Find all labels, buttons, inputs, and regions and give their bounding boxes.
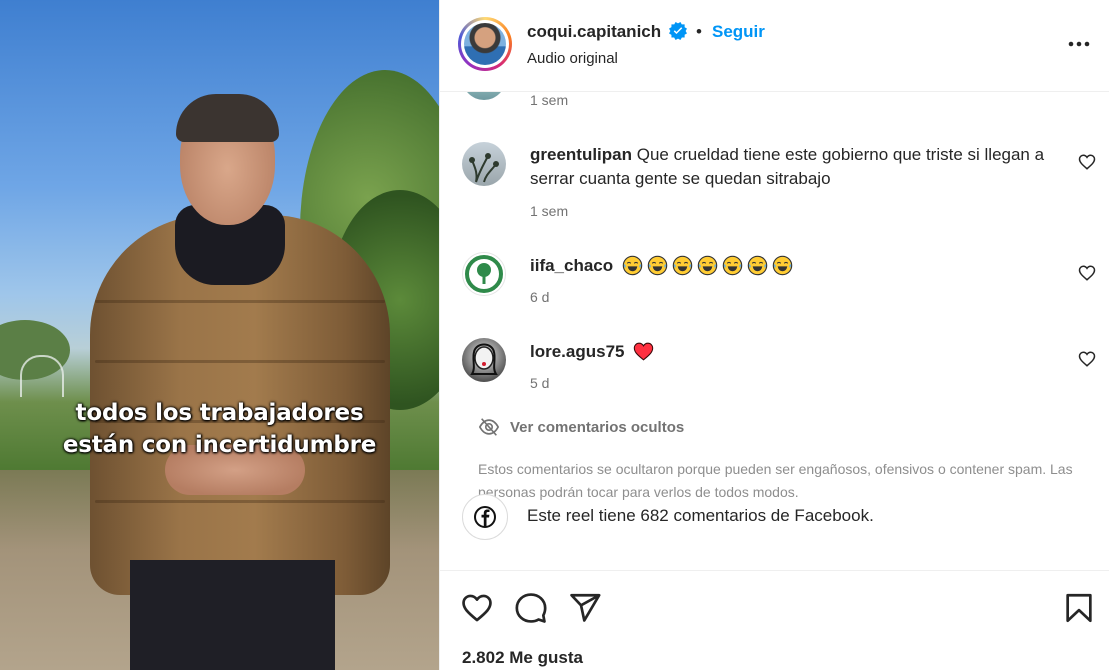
like-comment-heart-icon[interactable] <box>1078 350 1096 368</box>
video-caption-line-1: todos los trabajadores <box>75 400 364 426</box>
face-with-tears-of-joy-icon <box>647 255 668 275</box>
person-pants <box>130 560 335 670</box>
facebook-icon <box>474 506 496 528</box>
comment-avatar[interactable] <box>462 142 506 186</box>
post-header: coqui.capitanich • Seguir Audio original <box>440 0 1109 92</box>
face-with-tears-of-joy-icon <box>772 255 793 275</box>
face-with-tears-of-joy-icon <box>622 255 643 275</box>
portrait-drawing-icon <box>470 343 498 375</box>
audio-label[interactable]: Audio original <box>527 50 618 67</box>
comment-avatar[interactable] <box>462 338 506 382</box>
post-panel: coqui.capitanich • Seguir Audio original… <box>439 0 1109 671</box>
tree-logo-icon <box>465 255 503 293</box>
comment-username[interactable]: iifa_chaco <box>530 256 613 275</box>
comment-body: iifa_chaco <box>530 254 1050 279</box>
comment-emojis <box>629 341 654 365</box>
author-avatar[interactable] <box>458 17 512 71</box>
comment-body: greentulipan Que crueldad tiene este gob… <box>530 143 1050 191</box>
comment-username[interactable]: lore.agus75 <box>530 342 625 361</box>
comment-avatar[interactable] <box>462 252 506 296</box>
face-with-tears-of-joy-icon <box>747 255 768 275</box>
eye-off-icon[interactable] <box>478 416 500 438</box>
plant-silhouette-icon <box>469 153 499 183</box>
jacket-quilt-line <box>95 360 385 363</box>
comment-time: 1 sem <box>530 203 569 219</box>
comment-time: 6 d <box>530 289 550 305</box>
comment-time: 1 sem <box>530 92 569 108</box>
separator-dot: • <box>696 22 702 41</box>
comment-emojis <box>618 255 793 279</box>
likes-count[interactable]: 2.802 Me gusta <box>462 648 583 668</box>
video-caption-line-2: están con incertidumbre <box>62 432 377 458</box>
share-icon[interactable] <box>568 591 602 625</box>
heart-icon[interactable] <box>460 591 494 625</box>
face-with-tears-of-joy-icon <box>672 255 693 275</box>
red-heart-icon <box>634 342 654 361</box>
reel-video[interactable]: todos los trabajadores están con incerti… <box>0 0 439 670</box>
face-with-tears-of-joy-icon <box>722 255 743 275</box>
comment-time: 5 d <box>530 375 550 391</box>
comment-body: lore.agus75 <box>530 340 1050 365</box>
view-hidden-comments-button[interactable]: Ver comentarios ocultos <box>510 419 684 436</box>
facebook-comments-link[interactable]: Este reel tiene 682 comentarios de Faceb… <box>527 506 874 526</box>
post-actions-bar: 2.802 Me gusta <box>440 570 1109 671</box>
bookmark-icon[interactable] <box>1062 591 1096 625</box>
facebook-badge <box>462 494 508 540</box>
verified-badge-icon <box>669 22 687 40</box>
more-options-icon[interactable] <box>1065 30 1093 58</box>
hidden-comments-description: Estos comentarios se ocultaron porque pu… <box>478 461 1073 500</box>
jacket-quilt-line <box>95 500 385 503</box>
author-username[interactable]: coqui.capitanich <box>527 22 661 42</box>
person-hair <box>176 94 279 142</box>
like-comment-heart-icon[interactable] <box>1078 153 1096 171</box>
comment-icon[interactable] <box>514 591 548 625</box>
comment-username[interactable]: greentulipan <box>530 145 632 164</box>
jacket-quilt-line <box>95 300 385 303</box>
follow-button[interactable]: Seguir <box>712 22 765 42</box>
like-comment-heart-icon[interactable] <box>1078 264 1096 282</box>
face-with-tears-of-joy-icon <box>697 255 718 275</box>
background-structure <box>20 355 64 397</box>
